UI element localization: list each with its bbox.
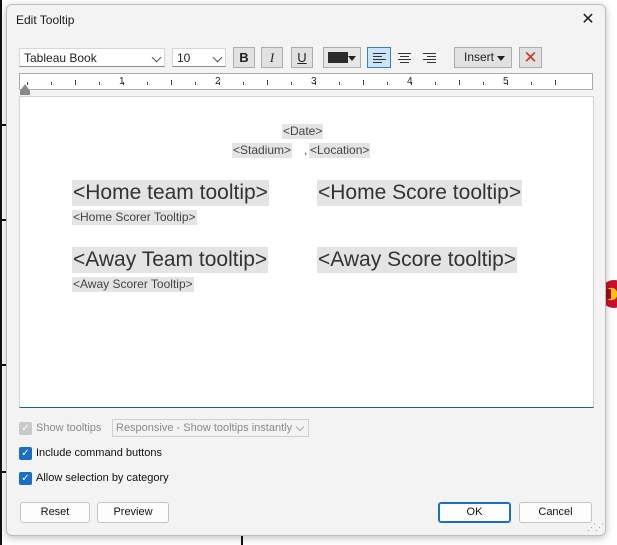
text-color-button[interactable]: [323, 47, 361, 68]
ruler-tick: [99, 82, 100, 85]
italic-button[interactable]: I: [261, 47, 283, 68]
ruler-tick: [75, 80, 76, 85]
show-tooltips-checkbox[interactable]: ✓: [19, 422, 32, 435]
indent-marker-base[interactable]: [20, 91, 30, 95]
insert-label: Insert: [464, 50, 495, 64]
away-team-field: <Away Team tooltip>: [72, 247, 269, 273]
show-tooltips-label: Show tooltips: [36, 422, 102, 434]
ruler-tick: [51, 82, 52, 85]
tooltip-editor[interactable]: <Date> <Stadium> , <Location> <Home team…: [19, 96, 594, 408]
ruler-tick: [267, 80, 268, 85]
resize-grip-icon[interactable]: ⋰⋰: [587, 522, 604, 533]
clear-formatting-button[interactable]: ✕: [519, 47, 542, 68]
allow-selection-checkbox[interactable]: ✓: [19, 472, 32, 485]
ruler-tick: [531, 82, 532, 85]
underline-button[interactable]: U: [291, 47, 313, 68]
preview-button[interactable]: Preview: [97, 502, 169, 523]
ruler-tick: [195, 82, 196, 85]
ruler-tick: [435, 82, 436, 85]
caret-down-icon: [497, 56, 505, 61]
ruler-number: 4: [407, 76, 413, 87]
separator-text: ,: [304, 143, 308, 157]
ruler-tick: [555, 80, 556, 85]
ruler-tick: [171, 80, 172, 85]
ruler[interactable]: 1 2 3 4 5: [19, 73, 593, 95]
chevron-down-icon: [212, 52, 223, 63]
color-swatch: [328, 52, 348, 63]
ruler-number: 1: [119, 76, 125, 87]
location-field: <Location>: [309, 143, 371, 158]
chevron-down-icon: [151, 52, 162, 63]
insert-button[interactable]: Insert: [454, 47, 512, 68]
ruler-tick: [459, 80, 460, 85]
home-score-field: <Home Score tooltip>: [317, 180, 523, 206]
edit-tooltip-dialog: Edit Tooltip ✕ Tableau Book 10 B I U Ins…: [6, 4, 606, 536]
ruler-number: 5: [503, 76, 509, 87]
cancel-button[interactable]: Cancel: [519, 502, 592, 523]
ruler-number: 3: [311, 76, 317, 87]
chevron-down-icon: [295, 422, 305, 432]
home-scorer-field: <Home Scorer Tooltip>: [72, 210, 197, 225]
tooltip-mode-value: Responsive - Show tooltips instantly: [116, 422, 293, 434]
align-center-button[interactable]: [392, 47, 416, 68]
bold-button[interactable]: B: [233, 47, 255, 68]
close-icon[interactable]: ✕: [579, 11, 597, 29]
ruler-tick: [147, 82, 148, 85]
font-size-value: 10: [177, 51, 191, 65]
ruler-tick: [27, 82, 28, 85]
reset-button[interactable]: Reset: [20, 502, 90, 523]
date-field: <Date>: [282, 124, 324, 139]
ruler-tick: [291, 82, 292, 85]
background-axis-line: [0, 0, 2, 545]
dialog-title: Edit Tooltip: [16, 13, 75, 27]
ruler-tick: [387, 82, 388, 85]
ruler-number: 2: [215, 76, 221, 87]
align-left-button[interactable]: [367, 47, 391, 68]
font-family-value: Tableau Book: [24, 51, 97, 65]
include-command-buttons-label: Include command buttons: [36, 447, 162, 459]
away-scorer-field: <Away Scorer Tooltip>: [72, 277, 194, 292]
font-family-select[interactable]: Tableau Book: [19, 48, 165, 67]
align-right-button[interactable]: [417, 47, 441, 68]
caret-down-icon: [348, 56, 356, 61]
ruler-tick: [363, 80, 364, 85]
indent-marker-icon[interactable]: [20, 84, 30, 91]
ruler-tick: [339, 82, 340, 85]
stadium-field: <Stadium>: [232, 143, 293, 158]
ruler-tick: [483, 82, 484, 85]
ruler-tick: [243, 82, 244, 85]
include-command-buttons-checkbox[interactable]: ✓: [19, 447, 32, 460]
allow-selection-label: Allow selection by category: [36, 472, 169, 484]
away-score-field: <Away Score tooltip>: [317, 247, 518, 273]
home-team-field: <Home team tooltip>: [72, 180, 269, 206]
ok-button[interactable]: OK: [438, 502, 511, 523]
font-size-select[interactable]: 10: [172, 48, 226, 67]
tooltip-mode-select[interactable]: Responsive - Show tooltips instantly: [112, 419, 309, 437]
